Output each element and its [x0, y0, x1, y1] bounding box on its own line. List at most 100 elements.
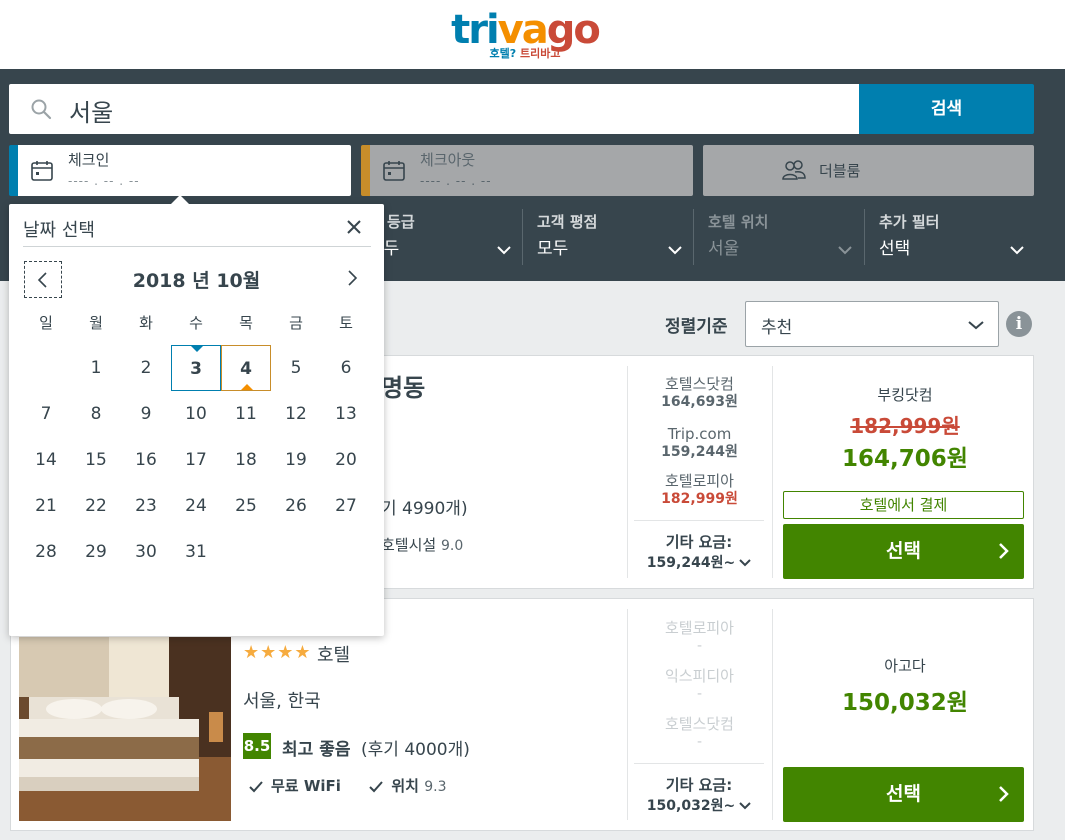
- deal-price: 150,032원: [842, 690, 968, 716]
- calendar-day[interactable]: 19: [271, 437, 321, 483]
- popup-notch: [170, 195, 190, 205]
- filter-location[interactable]: 호텔 위치 서울: [693, 209, 860, 265]
- chevron-right-icon: [999, 543, 1009, 559]
- search-input[interactable]: 서울: [9, 84, 859, 134]
- ota-price-item[interactable]: Trip.com 159,244원: [627, 425, 772, 461]
- amenities: 무료 WiFi 위치 9.3: [249, 775, 446, 796]
- calendar-day[interactable]: 16: [121, 437, 171, 483]
- calendar-day[interactable]: 27: [321, 483, 371, 529]
- other-prices-toggle[interactable]: 기타 요금: 150,032원~: [634, 763, 764, 815]
- ota-price-item[interactable]: 호텔로피아 182,999원: [627, 472, 772, 508]
- hotel-room-image: [19, 637, 231, 821]
- original-price: 182,999원: [850, 414, 960, 438]
- month-label: 2018 년 10월: [132, 270, 261, 292]
- calendar-day[interactable]: 22: [71, 483, 121, 529]
- calendar-day[interactable]: 14: [21, 437, 71, 483]
- filter-guest-rating[interactable]: 고객 평점 모두: [522, 209, 690, 265]
- trivago-logo[interactable]: trivago 호텔? 트리바고: [450, 8, 601, 64]
- calendar-day[interactable]: 8: [71, 391, 121, 437]
- weekday-header: 수: [189, 314, 203, 332]
- calendar-day[interactable]: 7: [21, 391, 71, 437]
- star-rating: ★★★★: [243, 642, 312, 663]
- calendar-day[interactable]: 26: [271, 483, 321, 529]
- ota-price-item: 호텔스닷컴 -: [664, 715, 734, 750]
- hotel-location[interactable]: 서울, 한국: [243, 687, 321, 713]
- weekday-header: 목: [239, 314, 253, 332]
- review-count[interactable]: (후기 4000개): [361, 735, 470, 760]
- checkout-label: 체크아웃: [420, 151, 476, 169]
- date-picker-title: 날짜 선택: [23, 220, 95, 241]
- chevron-down-icon: [838, 246, 852, 255]
- calendar-day[interactable]: 2: [121, 345, 171, 391]
- divider: [772, 366, 773, 578]
- divider: [772, 609, 773, 820]
- check-icon: [369, 780, 384, 792]
- close-icon[interactable]: [346, 219, 362, 235]
- calendar-day[interactable]: 11: [221, 391, 271, 437]
- weekday-header: 일: [39, 314, 53, 332]
- check-icon: [249, 780, 263, 792]
- chevron-right-icon[interactable]: [346, 270, 358, 286]
- select-deal-button[interactable]: 선택: [783, 767, 1024, 822]
- calendar-day[interactable]: 15: [71, 437, 121, 483]
- ota-price-item: 익스피디아 -: [664, 667, 734, 702]
- room-type-label: 더블룸: [819, 162, 861, 180]
- calendar-day[interactable]: 18: [221, 437, 271, 483]
- sort-value: 추천: [761, 318, 793, 338]
- chevron-down-icon: [668, 246, 682, 255]
- checkin-field[interactable]: 체크인 ---- . -- . --: [9, 145, 351, 196]
- other-prices-toggle[interactable]: 기타 요금: 159,244원~: [634, 520, 764, 572]
- calendar-day[interactable]: 12: [271, 391, 321, 437]
- calendar-day[interactable]: 1: [71, 345, 121, 391]
- ota-price-item[interactable]: 호텔스닷컴 164,693원: [627, 375, 772, 411]
- calendar-day[interactable]: 30: [121, 529, 171, 575]
- weekday-header: 금: [289, 314, 303, 332]
- filter-more[interactable]: 추가 필터 선택: [864, 209, 1032, 265]
- chevron-down-icon: [739, 802, 751, 810]
- calendar-day[interactable]: 21: [21, 483, 71, 529]
- calendar-icon: [383, 161, 405, 181]
- weekday-header: 화: [139, 314, 153, 332]
- calendar-day[interactable]: 28: [21, 529, 71, 575]
- checkin-label: 체크인: [68, 151, 110, 169]
- checkin-placeholder: ---- . -- . --: [68, 174, 140, 188]
- calendar-icon: [31, 161, 53, 181]
- hotel-photo[interactable]: [19, 637, 231, 821]
- pay-at-hotel-badge: 호텔에서 결제: [783, 491, 1024, 519]
- deal-site-name: 아고다: [884, 657, 926, 675]
- calendar-day[interactable]: 5: [271, 345, 321, 391]
- calendar-day[interactable]: 10: [171, 391, 221, 437]
- calendar-day[interactable]: 13: [321, 391, 371, 437]
- select-deal-button[interactable]: 선택: [783, 524, 1024, 579]
- calendar-day[interactable]: 20: [321, 437, 371, 483]
- search-button[interactable]: 검색: [859, 84, 1034, 134]
- deal-price: 164,706원: [842, 446, 968, 472]
- calendar-day[interactable]: 24: [171, 483, 221, 529]
- date-picker-popup: 날짜 선택 2018 년 10월 일 월 화 수 목 금 토 1 2 3 4 5 6 7 8 9 10 11 12 1…: [9, 195, 384, 636]
- calendar-day[interactable]: 29: [71, 529, 121, 575]
- divider: [23, 246, 371, 247]
- hotel-name[interactable]: 명동: [381, 368, 425, 403]
- search-icon: [31, 99, 52, 120]
- weekday-header: 토: [339, 314, 353, 332]
- calendar-day[interactable]: 9: [121, 391, 171, 437]
- rating-label: 최고 좋음: [282, 740, 351, 760]
- checkout-placeholder: ---- . -- . --: [420, 174, 492, 188]
- calendar-day[interactable]: 6: [321, 345, 371, 391]
- calendar-day-checkout[interactable]: 4: [221, 345, 271, 391]
- review-count: 기 4990개): [381, 499, 468, 519]
- room-type-field[interactable]: 더블룸: [703, 145, 1034, 196]
- info-icon[interactable]: i: [1006, 311, 1032, 337]
- calendar-day[interactable]: 25: [221, 483, 271, 529]
- calendar-day[interactable]: 23: [121, 483, 171, 529]
- calendar-day[interactable]: 17: [171, 437, 221, 483]
- chevron-down-icon: [739, 559, 751, 567]
- sort-select[interactable]: 추천: [745, 301, 999, 347]
- search-value: 서울: [69, 99, 114, 127]
- calendar-day-checkin[interactable]: 3: [171, 345, 221, 391]
- checkout-field[interactable]: 체크아웃 ---- . -- . --: [361, 145, 693, 196]
- sort-label: 정렬기준: [665, 317, 728, 337]
- chevron-down-icon: [1010, 246, 1024, 255]
- calendar-day[interactable]: 31: [171, 529, 221, 575]
- chevron-down-icon: [968, 321, 984, 330]
